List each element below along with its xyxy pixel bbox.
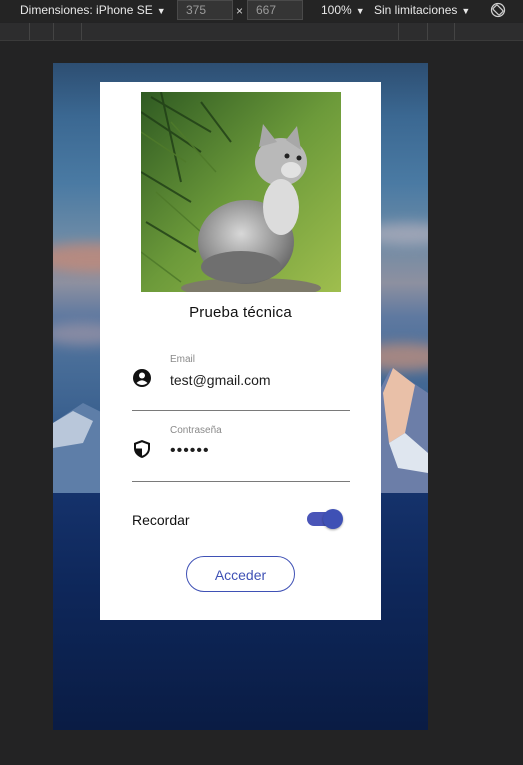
device-viewport: Prueba técnica Email test@gmail.com Cont… <box>53 63 428 730</box>
toggle-thumb <box>323 509 343 529</box>
device-selector[interactable]: Dimensiones: iPhone SE ▼ <box>20 3 166 17</box>
email-label: Email <box>170 354 196 365</box>
login-card: Prueba técnica Email test@gmail.com Cont… <box>100 82 381 620</box>
throttle-label: Sin limitaciones <box>374 3 458 17</box>
device-label: Dimensiones: iPhone SE <box>20 3 153 17</box>
email-field[interactable]: Email test@gmail.com <box>132 354 350 411</box>
page-title: Prueba técnica <box>189 304 292 321</box>
login-button[interactable]: Acceder <box>186 556 295 592</box>
remember-label: Recordar <box>132 512 190 528</box>
zoom-selector[interactable]: 100% ▼ <box>321 3 365 17</box>
height-input[interactable]: 667 <box>247 0 303 20</box>
password-field[interactable]: Contraseña •••••• <box>132 425 350 482</box>
rotate-icon[interactable] <box>490 2 506 18</box>
shield-icon <box>134 440 150 458</box>
kitten-photo <box>141 92 341 292</box>
throttle-selector[interactable]: Sin limitaciones ▼ <box>374 3 470 17</box>
email-input[interactable]: test@gmail.com <box>170 372 271 388</box>
account-circle-icon <box>133 369 151 387</box>
password-label: Contraseña <box>170 425 222 436</box>
media-query-ruler <box>0 23 523 41</box>
zoom-label: 100% <box>321 3 352 17</box>
chevron-down-icon: ▼ <box>355 6 365 16</box>
chevron-down-icon: ▼ <box>156 6 166 16</box>
width-input[interactable]: 375 <box>177 0 233 20</box>
password-input[interactable]: •••••• <box>170 442 210 460</box>
times-sign: × <box>236 4 244 18</box>
chevron-down-icon: ▼ <box>461 6 471 16</box>
device-toolbar: Dimensiones: iPhone SE ▼ 375 × 667 100% ▼ … <box>0 0 523 22</box>
remember-toggle[interactable] <box>307 509 343 529</box>
